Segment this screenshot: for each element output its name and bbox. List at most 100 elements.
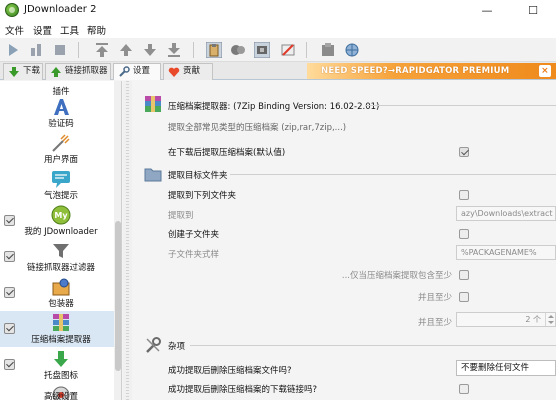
sidebar-item-advanced-settings[interactable]: 高级设置: [0, 383, 121, 400]
jdownloader-window: JDownloader 2 — ☐ 文件 设置 工具 帮助 下载 链接抓取器 设…: [0, 0, 556, 400]
my-jdownloader-icon: My: [51, 205, 71, 225]
extractor-description: 提取全部常见类型的压缩档案 (zip,rar,7zip,...): [168, 123, 347, 133]
and-at-least-spinner[interactable]: 2 个: [456, 312, 556, 327]
splitter-grip: [126, 81, 129, 400]
jdownloader-logo-icon: [5, 3, 19, 17]
title-bar: JDownloader 2 — ☐: [0, 0, 556, 21]
user-interface-icon: [51, 133, 71, 153]
close-icon[interactable]: ×: [539, 65, 551, 77]
tab-label: 链接抓取器: [65, 66, 108, 76]
extract-to-path-input[interactable]: azy\Downloads\extract: [456, 206, 556, 221]
sidebar-item-label: 压缩档案提取器: [31, 335, 91, 345]
folder-icon: [144, 165, 162, 183]
clipboard-icon[interactable]: [205, 41, 223, 59]
sidebar-item-label: 托盘图标: [43, 371, 78, 381]
heart-icon: [168, 67, 180, 77]
tools-icon: [144, 336, 162, 354]
sidebar-item-label: 用户界面: [43, 155, 78, 165]
premium-icon[interactable]: [230, 42, 246, 58]
and-at-least-label-2: 并且至少: [417, 318, 452, 328]
tab-download[interactable]: 下载: [3, 63, 43, 80]
toolbar: [0, 38, 556, 62]
maximize-button[interactable]: ☐: [510, 0, 556, 21]
sidebar-item-label: 链接抓取器过滤器: [26, 263, 95, 273]
toolbar-separator: [78, 42, 79, 58]
menu-help[interactable]: 帮助: [87, 23, 106, 37]
tab-label: 设置: [133, 66, 151, 76]
stop-icon[interactable]: [52, 42, 68, 58]
section-divider: [190, 345, 556, 346]
toolbar-separator: [306, 42, 307, 58]
tab-settings[interactable]: 设置: [113, 63, 161, 80]
tab-link-grabber[interactable]: 链接抓取器: [45, 63, 111, 80]
section-divider: [230, 174, 556, 175]
sidebar-item-label: 验证码: [48, 119, 74, 129]
sidebar-item-bubble[interactable]: 气泡提示: [0, 167, 121, 203]
subfolder-pattern-label: 子文件夹式样: [168, 250, 220, 260]
create-subfolder-checkbox[interactable]: [459, 229, 469, 239]
section-title-extractor: 压缩档案提取器: (7Zip Binding Version: 16.02-2.…: [168, 102, 380, 112]
only-if-more-checkbox[interactable]: [459, 270, 469, 280]
and-at-least-checkbox-1[interactable]: [459, 292, 469, 302]
settings-gear-icon[interactable]: [320, 42, 336, 58]
menu-bar: 文件 设置 工具 帮助: [0, 21, 556, 38]
delete-links-checkbox[interactable]: [459, 384, 469, 394]
sidebar-item-tray[interactable]: 托盘图标: [0, 347, 121, 383]
extract-after-download-checkbox[interactable]: [459, 147, 469, 157]
tab-contribute[interactable]: 贡献: [163, 63, 213, 80]
move-bottom-icon[interactable]: [166, 42, 182, 58]
section-title-misc: 杂项: [168, 342, 186, 352]
settings-sidebar: 插件 验证码 用户界面 气泡提示 My 我的 JDownloader 链接抓取器…: [0, 81, 122, 400]
auto-update-icon[interactable]: [280, 42, 296, 58]
spinner-arrows[interactable]: [545, 313, 555, 326]
captcha-icon: [51, 97, 71, 117]
sidebar-scrollbar[interactable]: [114, 81, 121, 400]
delete-archives-select[interactable]: 不要删除任何文件: [456, 360, 556, 376]
menu-tools[interactable]: 工具: [60, 23, 79, 37]
move-top-icon[interactable]: [94, 42, 110, 58]
and-at-least-label-1: 并且至少: [417, 293, 452, 303]
sidebar-item-linkgrabber-filter[interactable]: 链接抓取器过滤器: [0, 239, 121, 275]
minimize-button[interactable]: —: [464, 0, 510, 21]
sidebar-splitter[interactable]: [123, 81, 132, 400]
menu-settings[interactable]: 设置: [33, 23, 52, 37]
play-icon[interactable]: [5, 42, 21, 58]
sidebar-item-user-interface[interactable]: 用户界面: [0, 131, 121, 167]
sidebar-item-label: 包装器: [48, 299, 74, 309]
extract-after-download-label: 在下载后提取压缩档案(默认值): [168, 148, 286, 158]
sidebar-item-captcha[interactable]: 验证码: [0, 95, 121, 131]
subfolder-pattern-input[interactable]: %PACKAGENAME%: [456, 245, 556, 260]
link-grabber-icon: [51, 67, 61, 77]
move-up-icon[interactable]: [118, 42, 134, 58]
window-title: JDownloader 2: [24, 4, 97, 15]
sidebar-item-my-jdownloader[interactable]: My 我的 JDownloader: [0, 203, 121, 239]
settings-wrench-icon: [119, 66, 130, 77]
sidebar-item-archive-extractor[interactable]: 压缩档案提取器: [0, 311, 121, 347]
archive-extractor-panel: 压缩档案提取器: (7Zip Binding Version: 16.02-2.…: [132, 81, 556, 400]
section-divider: [366, 105, 556, 106]
promo-banner[interactable]: NEED SPEED?→RAPIDGATOR PREMIUM ×: [307, 63, 556, 79]
promo-text: NEED SPEED?→RAPIDGATOR PREMIUM: [321, 66, 510, 76]
archive-extractor-icon: [144, 95, 162, 113]
create-subfolder-label: 创建子文件夹: [168, 230, 220, 240]
sidebar-item-label: 高级设置: [43, 392, 78, 400]
linkgrabber-filter-icon: [51, 241, 71, 261]
section-title-target-folder: 提取目标文件夹: [168, 171, 228, 181]
reconnect-icon[interactable]: [253, 41, 271, 59]
extract-to-folder-checkbox[interactable]: [459, 190, 469, 200]
pause-icon[interactable]: [28, 42, 44, 58]
only-if-more-label: ...仅当压缩档案提取包含至少: [341, 271, 452, 281]
move-down-icon[interactable]: [142, 42, 158, 58]
tray-icon: [51, 349, 71, 369]
extract-to-label: 提取到: [168, 211, 194, 221]
archive-extractor-icon: [51, 313, 71, 333]
spinner-value: 2 个: [525, 315, 541, 324]
globe-icon[interactable]: [344, 42, 360, 58]
tab-label: 贡献: [183, 66, 201, 76]
sidebar-item-packager[interactable]: 包装器: [0, 275, 121, 311]
sidebar-scrollbar-thumb[interactable]: [115, 221, 121, 371]
menu-file[interactable]: 文件: [5, 23, 24, 37]
extract-to-folder-label: 提取到下列文件夹: [168, 191, 237, 201]
sidebar-item-label: 我的 JDownloader: [24, 227, 98, 237]
sidebar-item-label: 气泡提示: [43, 191, 78, 201]
